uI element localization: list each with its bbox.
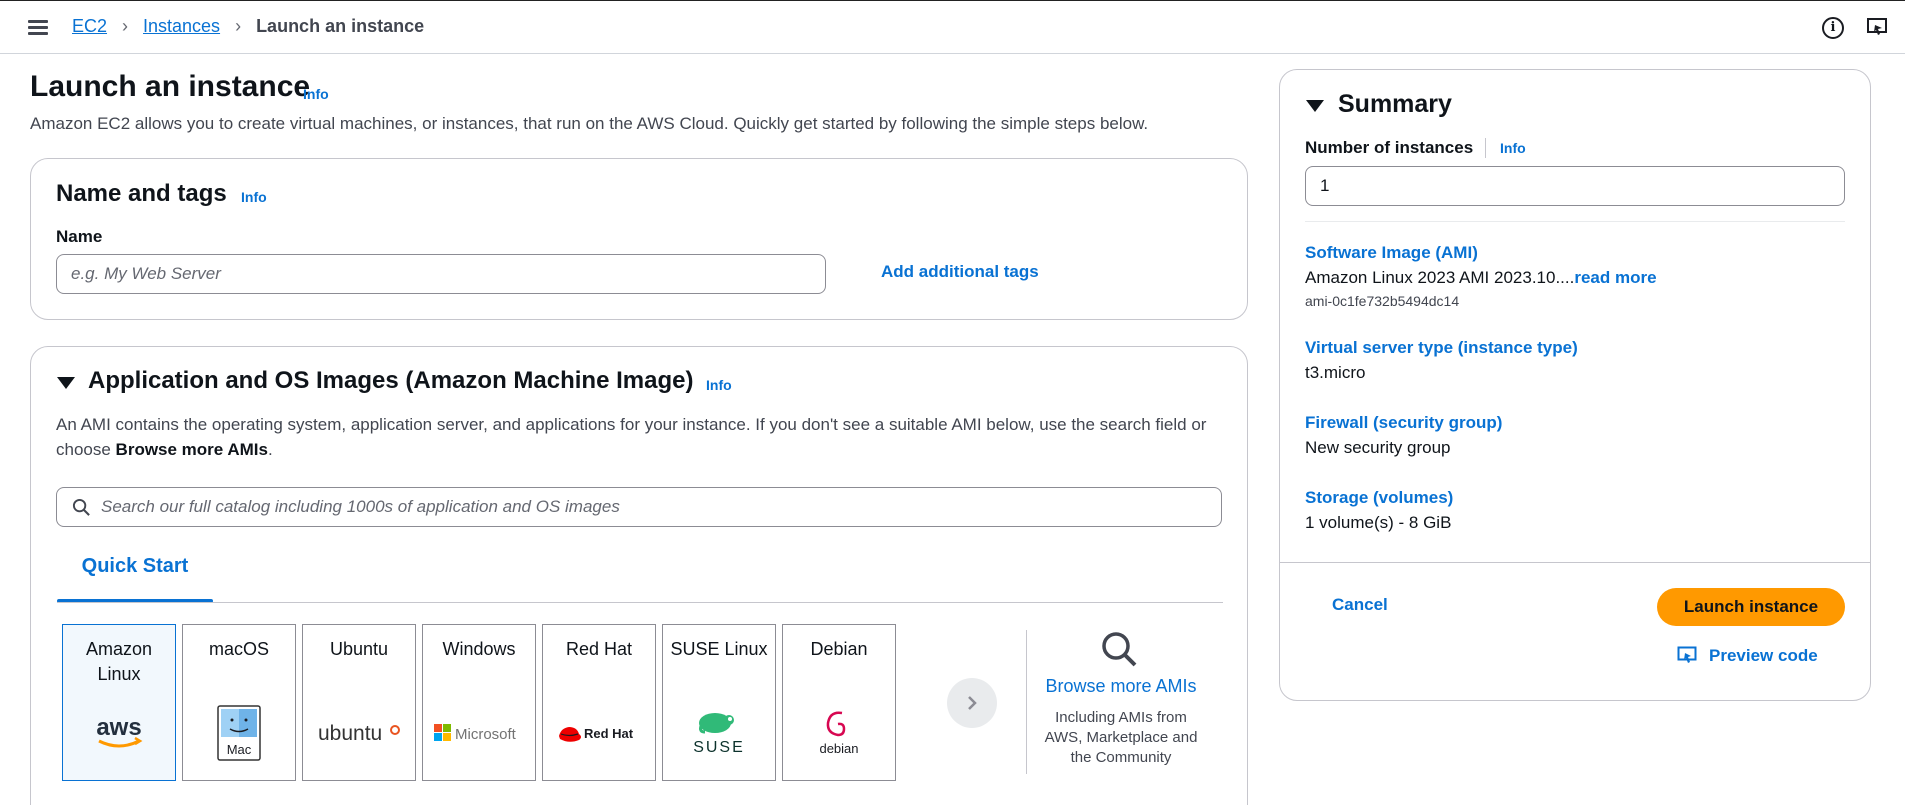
software-image-link[interactable]: Software Image (AMI) xyxy=(1305,243,1478,263)
info-icon[interactable]: i xyxy=(1822,17,1844,39)
ami-description: An AMI contains the operating system, ap… xyxy=(56,412,1216,462)
storage-value: 1 volume(s) - 8 GiB xyxy=(1305,513,1452,532)
launch-instance-button[interactable]: Launch instance xyxy=(1657,588,1845,626)
chevron-right-icon: › xyxy=(122,16,129,36)
breadcrumb: EC2 › Instances › Launch an instance xyxy=(72,16,424,37)
software-image-value: Amazon Linux 2023 AMI 2023.10....read mo… xyxy=(1305,268,1657,288)
preview-code-icon xyxy=(1677,646,1697,663)
aws-logo-text: aws xyxy=(96,714,141,741)
os-tile-suse-linux[interactable]: SUSE Linux SUSE xyxy=(662,624,776,781)
cancel-button[interactable]: Cancel xyxy=(1332,595,1388,615)
preview-code-label: Preview code xyxy=(1709,646,1818,665)
search-icon xyxy=(1102,632,1137,667)
summary-footer-divider xyxy=(1280,562,1870,563)
feedback-icon[interactable] xyxy=(1866,16,1890,40)
suse-logo-text: SUSE xyxy=(693,739,745,756)
ami-section-title: Application and OS Images (Amazon Machin… xyxy=(88,367,694,394)
name-and-tags-card: Name and tags Info Name Add additional t… xyxy=(30,158,1248,320)
debian-logo-icon: debian xyxy=(783,705,895,761)
summary-panel: Summary Number of instances Info Softwar… xyxy=(1279,69,1871,701)
os-tile-ubuntu[interactable]: Ubuntu ubuntu xyxy=(302,624,416,781)
search-icon xyxy=(72,498,90,516)
name-input[interactable] xyxy=(56,254,826,294)
number-of-instances-info-link[interactable]: Info xyxy=(1500,140,1526,156)
os-tile-label: Red Hat xyxy=(565,639,633,659)
hamburger-menu-icon[interactable] xyxy=(28,18,50,36)
breadcrumb-current: Launch an instance xyxy=(256,16,425,36)
ami-info-link[interactable]: Info xyxy=(706,377,732,393)
os-tile-label: Windows xyxy=(442,639,516,659)
label-separator xyxy=(1485,138,1486,158)
mac-logo-icon: Mac xyxy=(183,705,295,761)
redhat-logo-icon: Red Hat xyxy=(543,705,655,761)
suse-logo-icon: SUSE xyxy=(663,705,775,761)
summary-divider xyxy=(1305,221,1845,222)
os-tile-label: Ubuntu xyxy=(329,639,389,659)
name-tags-info-link[interactable]: Info xyxy=(241,189,267,205)
read-more-link[interactable]: read more xyxy=(1574,268,1656,287)
os-tile-debian[interactable]: Debian debian xyxy=(782,624,896,781)
ami-search-box[interactable] xyxy=(56,487,1222,527)
chevron-right-icon: › xyxy=(235,16,242,36)
browse-more-amis-subtitle: Including AMIs from AWS, Marketplace and… xyxy=(1044,709,1198,766)
ami-name-text: Amazon Linux 2023 AMI 2023.10.... xyxy=(1305,268,1575,287)
ubuntu-logo-icon: ubuntu xyxy=(303,705,415,761)
tabs-divider xyxy=(57,602,1223,603)
aws-logo-icon: aws xyxy=(63,705,175,761)
chevron-right-icon xyxy=(968,696,977,710)
instance-type-value: t3.micro xyxy=(1305,363,1366,382)
summary-title: Summary xyxy=(1338,90,1452,118)
firewall-value: New security group xyxy=(1305,438,1451,457)
microsoft-logo-text: Microsoft xyxy=(455,726,517,743)
os-tile-windows[interactable]: Windows Microsoft xyxy=(422,624,536,781)
vertical-divider xyxy=(1026,630,1027,774)
instance-type-link[interactable]: Virtual server type (instance type) xyxy=(1305,338,1578,358)
os-tile-amazon-linux[interactable]: Amazon Linux aws xyxy=(62,624,176,781)
page-title: Launch an instance xyxy=(30,70,311,103)
ami-desc-bold: Browse more AMIs xyxy=(115,440,268,459)
ami-card: Application and OS Images (Amazon Machin… xyxy=(30,346,1248,805)
name-and-tags-title: Name and tags xyxy=(56,180,227,207)
next-tiles-button[interactable] xyxy=(947,678,997,728)
name-label: Name xyxy=(56,227,103,246)
mac-logo-text: Mac xyxy=(227,742,252,757)
os-tile-label: SUSE Linux xyxy=(670,639,768,659)
microsoft-logo-icon: Microsoft xyxy=(423,705,535,761)
top-navigation: EC2 › Instances › Launch an instance i xyxy=(0,0,1905,54)
add-additional-tags-link[interactable]: Add additional tags xyxy=(881,262,1039,282)
caret-down-icon[interactable] xyxy=(1306,100,1324,112)
ami-id-value: ami-0c1fe732b5494dc14 xyxy=(1305,293,1460,309)
os-tile-macos[interactable]: macOS Mac xyxy=(182,624,296,781)
caret-down-icon[interactable] xyxy=(57,377,75,389)
debian-logo-text: debian xyxy=(819,741,858,756)
storage-link[interactable]: Storage (volumes) xyxy=(1305,488,1453,508)
number-of-instances-input[interactable] xyxy=(1305,166,1845,206)
preview-code-button[interactable]: Preview code xyxy=(1677,645,1818,667)
number-of-instances-label: Number of instances xyxy=(1305,138,1474,157)
os-tile-label: Amazon Linux xyxy=(85,639,153,684)
ami-search-input[interactable] xyxy=(101,488,1211,526)
os-tile-label: Debian xyxy=(810,639,868,659)
breadcrumb-ec2[interactable]: EC2 xyxy=(72,16,107,37)
ami-desc-end: . xyxy=(267,440,273,459)
tab-quick-start[interactable]: Quick Start xyxy=(57,555,213,593)
os-tile-label: macOS xyxy=(208,639,269,659)
os-tile-red-hat[interactable]: Red Hat Red Hat xyxy=(542,624,656,781)
page-description: Amazon EC2 allows you to create virtual … xyxy=(30,114,1149,133)
firewall-link[interactable]: Firewall (security group) xyxy=(1305,413,1502,433)
browse-more-amis-link[interactable]: Browse more AMIs xyxy=(1041,676,1201,697)
ubuntu-logo-text: ubuntu xyxy=(318,722,382,745)
page-info-link[interactable]: Info xyxy=(303,86,329,102)
redhat-logo-text: Red Hat xyxy=(584,726,634,741)
breadcrumb-instances[interactable]: Instances xyxy=(143,16,220,37)
